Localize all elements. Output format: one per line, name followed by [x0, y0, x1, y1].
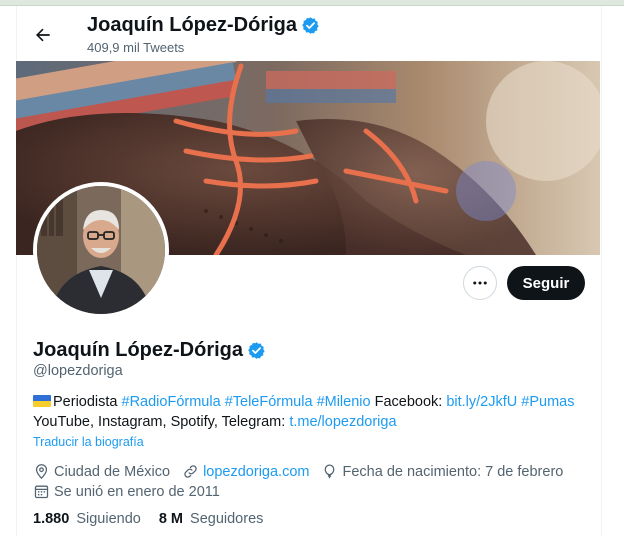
bio-text: Periodista — [53, 394, 122, 410]
profile-avatar[interactable] — [33, 182, 169, 318]
header-tweet-count: 409,9 mil Tweets — [87, 40, 185, 55]
profile-stats: 1.880 Siguiendo 8 M Seguidores — [33, 511, 263, 527]
ellipsis-icon — [473, 281, 487, 285]
calendar-icon — [34, 485, 49, 499]
website-link[interactable]: lopezdoriga.com — [203, 464, 309, 480]
bio-line-1: Periodista #RadioFórmula #TeleFórmula #M… — [33, 392, 593, 412]
profile-name-row: Joaquín López-Dóriga — [33, 339, 266, 362]
hashtag-link[interactable]: #Pumas — [521, 394, 574, 410]
hashtag-link[interactable]: #Milenio — [317, 394, 371, 410]
verified-badge-icon — [302, 17, 319, 34]
link-icon — [184, 465, 197, 478]
back-button[interactable] — [26, 22, 60, 48]
ukraine-flag-icon — [33, 395, 51, 407]
profile-bio: Periodista #RadioFórmula #TeleFórmula #M… — [33, 392, 593, 432]
more-options-button[interactable] — [463, 266, 497, 300]
bio-text: Facebook: — [370, 394, 447, 410]
profile-name: Joaquín López-Dóriga — [33, 339, 243, 361]
follow-button[interactable]: Seguir — [507, 266, 585, 300]
hashtag-link[interactable]: #TeleFórmula — [225, 394, 313, 410]
hashtag-link[interactable]: #RadioFórmula — [122, 394, 221, 410]
bio-text: YouTube, Instagram, Spotify, Telegram: — [33, 414, 290, 430]
profile-handle: @lopezdoriga — [33, 363, 123, 379]
telegram-link[interactable]: t.me/lopezdoriga — [289, 414, 396, 430]
location-text: Ciudad de México — [54, 463, 171, 480]
following-link[interactable]: 1.880 Siguiendo — [33, 511, 141, 527]
followers-count: 8 M — [158, 511, 183, 527]
balloon-icon — [325, 464, 335, 479]
bio-line-2: YouTube, Instagram, Spotify, Telegram: t… — [33, 412, 593, 432]
followers-link[interactable]: 8 M Seguidores — [159, 511, 264, 527]
avatar-photo — [37, 186, 165, 314]
header-title: Joaquín López-Dóriga — [87, 14, 320, 37]
join-date: Se unió en enero de 2011 — [33, 483, 220, 500]
profile-meta-row-2: Se unió en enero de 2011 — [33, 483, 232, 500]
location-pin-icon — [35, 464, 48, 480]
join-date-text: Se unió en enero de 2011 — [54, 483, 220, 500]
profile-meta-row: Ciudad de México lopezdoriga.com Fecha d… — [33, 463, 575, 480]
birthday-text: Fecha de nacimiento: 7 de febrero — [342, 463, 564, 480]
birthday: Fecha de nacimiento: 7 de febrero — [321, 463, 563, 480]
verified-badge-icon — [248, 342, 265, 359]
followers-label: Seguidores — [190, 511, 264, 527]
website: lopezdoriga.com — [182, 463, 309, 480]
following-count: 1.880 — [33, 511, 70, 527]
translate-bio-link[interactable]: Traducir la biografía — [33, 435, 144, 449]
arrow-left-icon — [36, 28, 50, 42]
facebook-link[interactable]: bit.ly/2JkfU — [446, 394, 517, 410]
header-name: Joaquín López-Dóriga — [87, 14, 297, 36]
following-label: Siguiendo — [76, 511, 141, 527]
location: Ciudad de México — [33, 463, 170, 480]
